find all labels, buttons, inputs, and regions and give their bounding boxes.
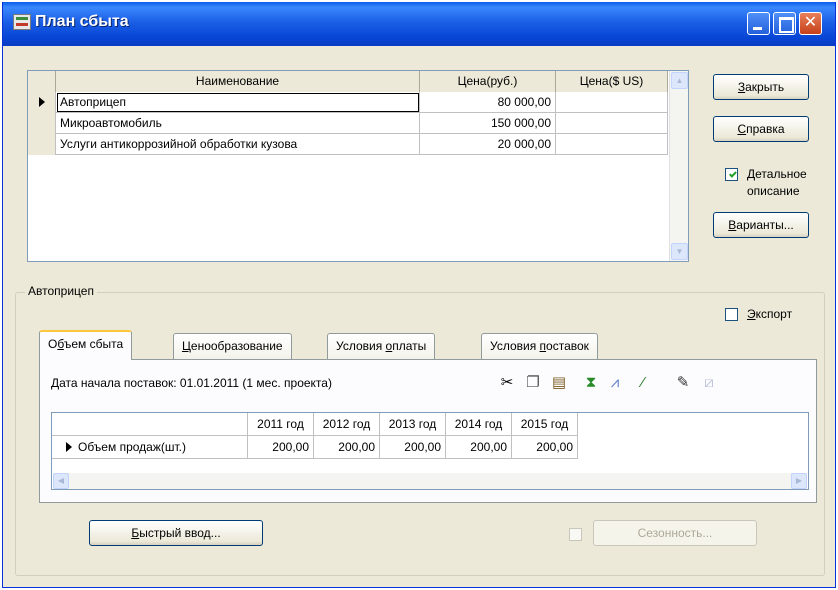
quick-input-label-mnemonic: Б (131, 526, 140, 540)
seasonality-checkbox[interactable] (569, 528, 582, 541)
detail-description-checkbox[interactable] (725, 168, 738, 181)
row-header: Объем продаж(шт.) (52, 436, 248, 459)
cell-name[interactable]: Услуги антикоррозийной обработки кузова (56, 134, 420, 155)
cell-name[interactable]: Микроавтомобиль (56, 113, 420, 134)
cell-price-rub[interactable]: 20 000,00 (420, 134, 556, 155)
cell-price-rub[interactable]: 150 000,00 (420, 113, 556, 134)
table-header: Наименование Цена(руб.) Цена($ US) (28, 71, 668, 92)
sales-plan-window: План сбыта ✕ Наименование Цена(руб.) Цен… (2, 2, 836, 588)
volume-cell[interactable]: 200,00 (314, 436, 380, 459)
table-row[interactable]: Услуги антикоррозийной обработки кузова … (28, 134, 668, 155)
current-row-arrow-icon (39, 97, 45, 107)
volume-table-header: 2011 год 2012 год 2013 год 2014 год 2015… (52, 413, 642, 436)
volume-cell[interactable]: 200,00 (446, 436, 512, 459)
column-header-year[interactable]: 2011 год (248, 413, 314, 436)
tab-pricing[interactable]: Ценообразование (173, 333, 292, 359)
pencil-icon[interactable]: ✎ (673, 373, 693, 393)
variants-button[interactable]: Варианты... (713, 212, 809, 238)
vertical-scrollbar[interactable]: ▲ ▼ (669, 71, 688, 261)
table-row[interactable]: Автоприцеп 80 000,00 (28, 92, 668, 113)
title-bar[interactable]: План сбыта ✕ (3, 2, 835, 46)
column-header-year[interactable]: 2013 год (380, 413, 446, 436)
row-indicator (28, 92, 56, 113)
current-row-arrow-icon (66, 442, 72, 452)
column-header-price-rub[interactable]: Цена(руб.) (420, 71, 556, 92)
column-header-year[interactable]: 2012 год (314, 413, 380, 436)
tab-sales-volume[interactable]: Объем сбыта (39, 330, 133, 360)
close-button[interactable]: Закрыть (713, 74, 809, 100)
disabled-chart-icon: ⧄ (704, 374, 714, 391)
volume-cell[interactable]: 200,00 (512, 436, 578, 459)
horizontal-scrollbar[interactable]: ◀ ▶ (53, 473, 807, 489)
window-title: План сбыта (35, 13, 129, 30)
column-header-name[interactable]: Наименование (56, 71, 420, 92)
checkmark-icon (729, 169, 737, 178)
copy-icon[interactable]: ❐ (523, 373, 543, 393)
column-header-year[interactable]: 2014 год (446, 413, 512, 436)
chart-icon[interactable]: ⩘ (605, 373, 625, 393)
cell-price-usd[interactable] (556, 113, 668, 134)
volume-cell[interactable]: 200,00 (248, 436, 314, 459)
minimize-button[interactable] (747, 12, 770, 35)
quick-input-button[interactable]: Быстрый ввод... (89, 520, 263, 546)
help-button[interactable]: Справка (713, 116, 809, 142)
tab-label-post: платы (392, 339, 427, 353)
column-header-price-usd[interactable]: Цена($ US) (556, 71, 668, 92)
corner-cell (52, 413, 248, 436)
tab-payment-terms[interactable]: Условия оплаты (327, 333, 436, 359)
row-indicator (28, 113, 56, 134)
quick-input-label-post: ыстрый ввод... (139, 526, 221, 540)
wand-icon[interactable]: ⁄ (633, 373, 653, 393)
detail-description-label-line1[interactable]: Детальное (747, 167, 807, 181)
detail-description-label-line2[interactable]: описание (747, 184, 800, 198)
close-icon: ✕ (803, 14, 818, 31)
scissors-icon[interactable]: ✂ (497, 373, 517, 393)
export-checkbox[interactable] (725, 308, 738, 321)
help-label-mnemonic: С (737, 122, 747, 136)
table-row[interactable]: Объем продаж(шт.) 200,00 200,00 200,00 2… (52, 436, 642, 459)
group-title: Автоприцеп (25, 284, 97, 298)
tab-label-post: енообразование (190, 339, 283, 353)
table-row[interactable]: Микроавтомобиль 150 000,00 (28, 113, 668, 134)
variants-label-post: арианты... (736, 218, 794, 232)
volume-cell[interactable]: 200,00 (380, 436, 446, 459)
column-header-year[interactable]: 2015 год (512, 413, 578, 436)
export-label[interactable]: Экспорт (747, 307, 792, 321)
scroll-down-icon[interactable]: ▼ (671, 243, 688, 260)
row-label: Объем продаж(шт.) (78, 440, 186, 454)
export-label-post: кспорт (755, 307, 793, 321)
scroll-left-icon[interactable]: ◀ (53, 473, 69, 489)
products-table[interactable]: Наименование Цена(руб.) Цена($ US) Автоп… (27, 70, 689, 262)
export-label-mnemonic: Э (747, 307, 756, 321)
tab-label-mnemonic: Ц (182, 339, 191, 353)
tab-delivery-terms[interactable]: Условия поставок (481, 333, 598, 359)
seasonality-button[interactable]: Сезонность... (593, 520, 757, 546)
tab-label-pre: Условия (490, 339, 540, 353)
cell-price-rub[interactable]: 80 000,00 (420, 92, 556, 113)
header-indicator (28, 71, 56, 92)
tab-label-pre: О (48, 337, 58, 351)
detail-label-mnemonic: Д (747, 167, 756, 181)
close-label-post: акрыть (745, 80, 785, 94)
tab-label-pre: Условия (336, 339, 386, 353)
scroll-up-icon[interactable]: ▲ (671, 72, 688, 89)
cell-price-usd[interactable] (556, 92, 668, 113)
cell-price-usd[interactable] (556, 134, 668, 155)
scroll-right-icon[interactable]: ▶ (791, 473, 807, 489)
row-indicator (28, 134, 56, 155)
cell-name[interactable]: Автоприцеп (56, 92, 420, 113)
tab-label-post: оставок (546, 339, 589, 353)
help-label-post: правка (746, 122, 785, 136)
paste-icon[interactable]: ▤ (549, 373, 569, 393)
delivery-start-text: Дата начала поставок: 01.01.2011 (1 мес.… (51, 376, 332, 390)
tab-label-post: ъем сбыта (63, 337, 124, 351)
app-icon (13, 14, 31, 30)
maximize-button[interactable] (773, 12, 796, 35)
hourglass-icon[interactable]: ⧗ (581, 373, 601, 393)
detail-label-post: етальное (755, 167, 807, 181)
close-window-button[interactable]: ✕ (799, 12, 822, 35)
volume-table[interactable]: 2011 год 2012 год 2013 год 2014 год 2015… (51, 412, 809, 490)
